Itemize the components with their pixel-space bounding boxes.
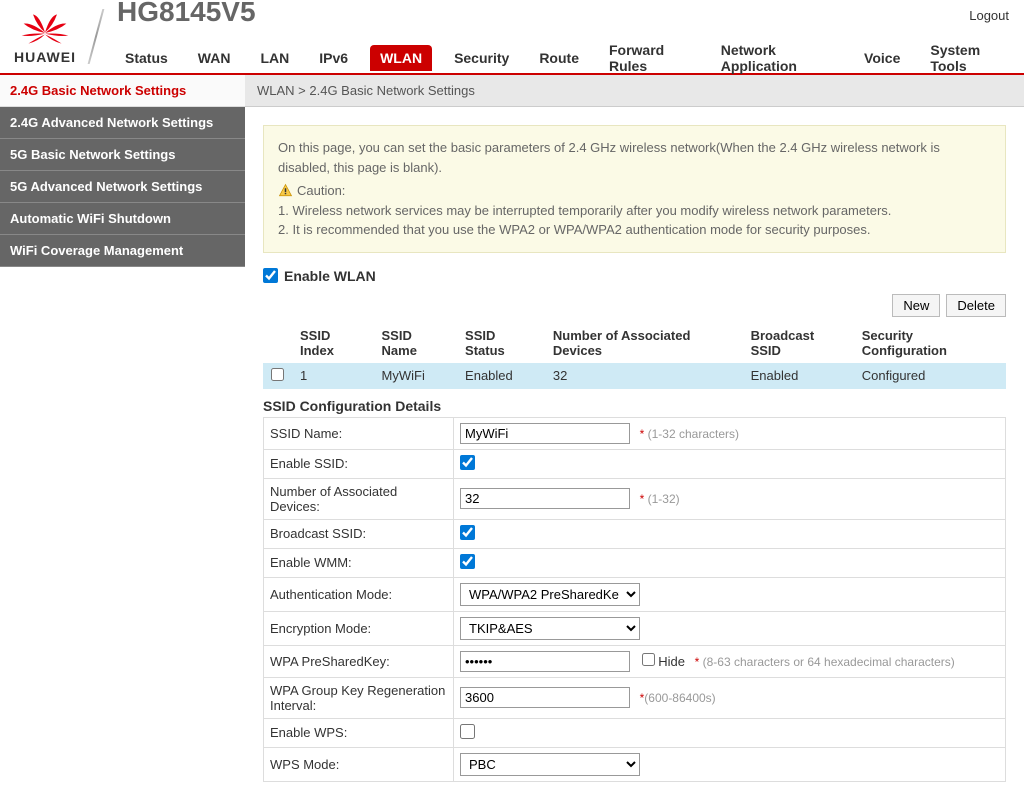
header-divider (88, 9, 105, 64)
enable-wps-checkbox[interactable] (460, 724, 475, 739)
sidebar-item-2-4g-basic-network-settings[interactable]: 2.4G Basic Network Settings (0, 75, 245, 107)
notice-box: On this page, you can set the basic para… (263, 125, 1006, 253)
sidebar-item-2-4g-advanced-network-settings[interactable]: 2.4G Advanced Network Settings (0, 107, 245, 139)
auth-mode-select[interactable]: WPA/WPA2 PreSharedKey (460, 583, 640, 606)
enable-wmm-label: Enable WMM: (264, 548, 454, 577)
topnav-item-voice[interactable]: Voice (856, 46, 908, 70)
psk-hide-label: Hide (658, 654, 685, 669)
num-devices-hint: * (1-32) (640, 492, 680, 506)
notice-line1: 1. Wireless network services may be inte… (278, 201, 991, 221)
topnav-item-status[interactable]: Status (117, 46, 176, 70)
topnav-item-lan[interactable]: LAN (252, 46, 297, 70)
enc-mode-label: Encryption Mode: (264, 611, 454, 645)
content: WLAN > 2.4G Basic Network Settings On th… (245, 75, 1024, 800)
psk-label: WPA PreSharedKey: (264, 645, 454, 677)
enable-ssid-checkbox[interactable] (460, 455, 475, 470)
caution-icon (278, 183, 293, 198)
notice-line2: 2. It is recommended that you use the WP… (278, 220, 991, 240)
enable-wlan-label: Enable WLAN (284, 268, 376, 284)
enable-wmm-checkbox[interactable] (460, 554, 475, 569)
sidebar-item-automatic-wifi-shutdown[interactable]: Automatic WiFi Shutdown (0, 203, 245, 235)
ssid-name-label: SSID Name: (264, 417, 454, 449)
topnav-item-forward-rules[interactable]: Forward Rules (601, 38, 699, 78)
ssid-header-row: SSID Index SSID Name SSID Status Number … (263, 323, 1006, 363)
enable-wps-label: Enable WPS: (264, 718, 454, 747)
button-row: New Delete (263, 294, 1006, 317)
topnav-item-wan[interactable]: WAN (190, 46, 239, 70)
ssid-form: SSID Name: * (1-32 characters) Enable SS… (263, 417, 1006, 782)
topnav-item-ipv6[interactable]: IPv6 (311, 46, 356, 70)
topnav-item-system-tools[interactable]: System Tools (922, 38, 1014, 78)
broadcast-ssid-checkbox[interactable] (460, 525, 475, 540)
psk-hide-checkbox[interactable] (642, 653, 655, 666)
sidebar-item-5g-basic-network-settings[interactable]: 5G Basic Network Settings (0, 139, 245, 171)
ssid-table: SSID Index SSID Name SSID Status Number … (263, 323, 1006, 389)
caution-label: Caution: (297, 181, 345, 201)
model-title: HG8145V5 (117, 0, 1014, 28)
broadcast-ssid-label: Broadcast SSID: (264, 519, 454, 548)
brand-text: HUAWEI (14, 49, 76, 65)
num-devices-label: Number of Associated Devices: (264, 478, 454, 519)
regen-input[interactable] (460, 687, 630, 708)
new-button[interactable]: New (892, 294, 940, 317)
logout-link[interactable]: Logout (969, 8, 1009, 23)
num-devices-input[interactable] (460, 488, 630, 509)
topnav-item-network-application[interactable]: Network Application (713, 38, 842, 78)
sidebar: 2.4G Basic Network Settings2.4G Advanced… (0, 75, 245, 800)
enc-mode-select[interactable]: TKIP&AES (460, 617, 640, 640)
ssid-name-input[interactable] (460, 423, 630, 444)
ssid-row[interactable]: 1 MyWiFi Enabled 32 Enabled Configured (263, 363, 1006, 389)
enable-wlan-checkbox[interactable] (263, 268, 278, 283)
logo-block: HUAWEI (10, 9, 80, 65)
topnav-item-route[interactable]: Route (531, 46, 587, 70)
psk-hint: * (8-63 characters or 64 hexadecimal cha… (695, 655, 955, 669)
wps-mode-label: WPS Mode: (264, 747, 454, 781)
regen-label: WPA Group Key Regeneration Interval: (264, 677, 454, 718)
delete-button[interactable]: Delete (946, 294, 1006, 317)
psk-input[interactable] (460, 651, 630, 672)
sidebar-item-wifi-coverage-management[interactable]: WiFi Coverage Management (0, 235, 245, 267)
huawei-logo-icon (10, 9, 80, 49)
enable-wlan-row: Enable WLAN (263, 268, 1006, 284)
ssid-row-checkbox[interactable] (271, 368, 284, 381)
header: HUAWEI HG8145V5 Status WAN LAN IPv6 WLAN Secu… (0, 0, 1024, 75)
ssid-name-hint: * (1-32 characters) (640, 427, 739, 441)
regen-hint: *(600-86400s) (640, 691, 716, 705)
top-nav: Status WAN LAN IPv6 WLAN Security Route Forward… (117, 38, 1014, 78)
topnav-item-wlan[interactable]: WLAN (370, 45, 432, 71)
wps-mode-select[interactable]: PBC (460, 753, 640, 776)
enable-ssid-label: Enable SSID: (264, 449, 454, 478)
topnav-item-security[interactable]: Security (446, 46, 517, 70)
sidebar-item-5g-advanced-network-settings[interactable]: 5G Advanced Network Settings (0, 171, 245, 203)
breadcrumb: WLAN > 2.4G Basic Network Settings (245, 75, 1024, 107)
section-title: SSID Configuration Details (263, 395, 1006, 417)
auth-mode-label: Authentication Mode: (264, 577, 454, 611)
notice-intro: On this page, you can set the basic para… (278, 138, 991, 177)
